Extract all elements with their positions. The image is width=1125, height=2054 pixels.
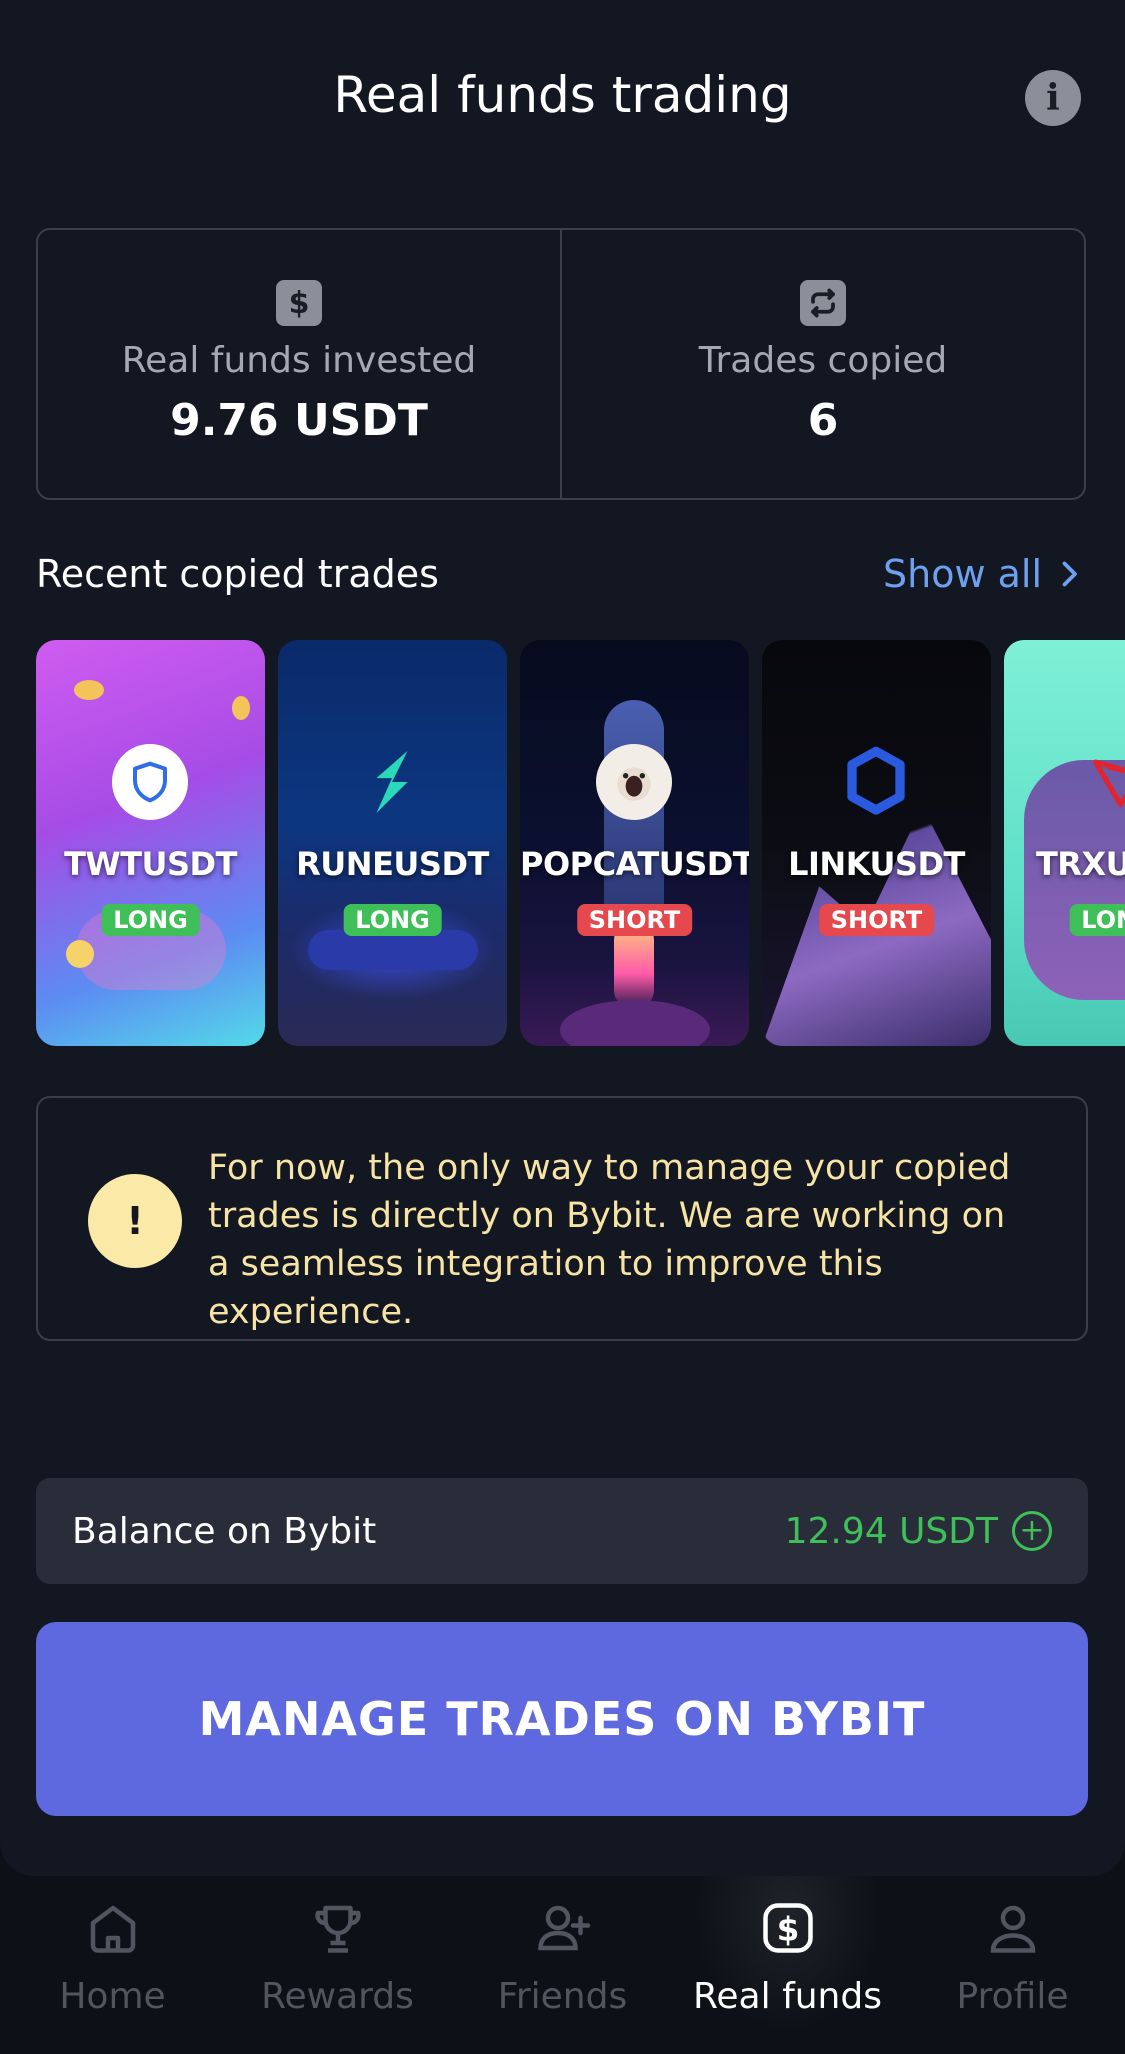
stat-value: 9.76 USDT (170, 395, 428, 446)
nav-label: Friends (497, 1976, 628, 2017)
nav-item-friends[interactable]: Friends (450, 1876, 675, 2054)
trade-card[interactable]: TRXUSDT LONG (1004, 640, 1125, 1046)
stat-value: 6 (807, 395, 839, 446)
section-title: Recent copied trades (36, 552, 439, 596)
screen: Real funds trading i $ Real funds invest… (0, 0, 1125, 1876)
shield-icon (112, 744, 188, 820)
trade-card[interactable]: RUNEUSDT LONG (278, 640, 507, 1046)
trade-side-badge: LONG (1069, 904, 1125, 936)
nav-label: Profile (956, 1976, 1069, 2017)
cat-face-icon (596, 744, 672, 820)
balance-label: Balance on Bybit (72, 1510, 377, 1552)
rune-logo-icon (354, 744, 430, 820)
chevron-right-icon (1062, 561, 1077, 587)
trade-side-badge: LONG (101, 904, 200, 936)
trade-symbol: LINKUSDT (788, 845, 965, 883)
nav-label: Home (59, 1976, 166, 2017)
trophy-icon (314, 1905, 361, 1953)
nav-item-home[interactable]: Home (0, 1876, 225, 2054)
nav-label: Real funds (693, 1976, 882, 2017)
svg-text:$: $ (776, 1911, 799, 1949)
nav-item-real-funds[interactable]: $ Real funds (675, 1876, 900, 2054)
bottom-nav: Home Rewards Friends $ Real funds Profil… (0, 1876, 1125, 2054)
nav-label: Rewards (261, 1976, 414, 2017)
add-funds-icon[interactable]: + (1012, 1511, 1052, 1551)
stats-card: $ Real funds invested 9.76 USDT Trades c… (36, 228, 1086, 500)
trade-side-badge: SHORT (576, 904, 693, 936)
trade-side-badge: SHORT (818, 904, 935, 936)
balance-row: Balance on Bybit 12.94 USDT + (36, 1478, 1088, 1584)
dollar-icon: $ (762, 1903, 813, 1953)
show-all-label: Show all (882, 552, 1042, 596)
trade-symbol: RUNEUSDT (296, 845, 489, 883)
trade-symbol: POPCATUSDT (520, 845, 749, 883)
add-user-icon (537, 1905, 590, 1951)
trade-card[interactable]: POPCATUSDT SHORT (520, 640, 749, 1046)
show-all-link[interactable]: Show all (883, 552, 1078, 596)
stat-label: Trades copied (698, 340, 948, 381)
home-icon (90, 1905, 135, 1953)
manage-trades-button[interactable]: MANAGE TRADES ON BYBIT (36, 1622, 1088, 1816)
exclamation-icon: ! (88, 1174, 182, 1268)
user-icon (990, 1905, 1035, 1953)
page-title: Real funds trading (333, 66, 792, 124)
nav-item-profile[interactable]: Profile (900, 1876, 1125, 2054)
trade-symbol: TRXUSDT (1035, 845, 1125, 883)
dollar-icon: $ (276, 280, 322, 326)
trade-symbol: TWTUSDT (64, 845, 237, 883)
info-icon[interactable]: i (1025, 70, 1081, 126)
trade-card[interactable]: TWTUSDT LONG (36, 640, 265, 1046)
stat-trades-copied: Trades copied 6 (560, 230, 1084, 498)
trades-carousel[interactable]: TWTUSDT LONG RUNEUSDT LONG POPCATUSDT SH… (36, 640, 1125, 1047)
balance-value: 12.94 USDT (784, 1510, 998, 1552)
nav-item-rewards[interactable]: Rewards (225, 1876, 450, 2054)
stat-label: Real funds invested (121, 340, 477, 381)
trade-side-badge: LONG (343, 904, 442, 936)
trade-card[interactable]: LINKUSDT SHORT (762, 640, 991, 1046)
notice-text: For now, the only way to manage your cop… (208, 1148, 1011, 1332)
notice-card: ! For now, the only way to manage your c… (36, 1096, 1088, 1341)
repeat-icon (800, 280, 846, 326)
stat-invested: $ Real funds invested 9.76 USDT (38, 230, 560, 498)
chainlink-icon (838, 744, 914, 820)
